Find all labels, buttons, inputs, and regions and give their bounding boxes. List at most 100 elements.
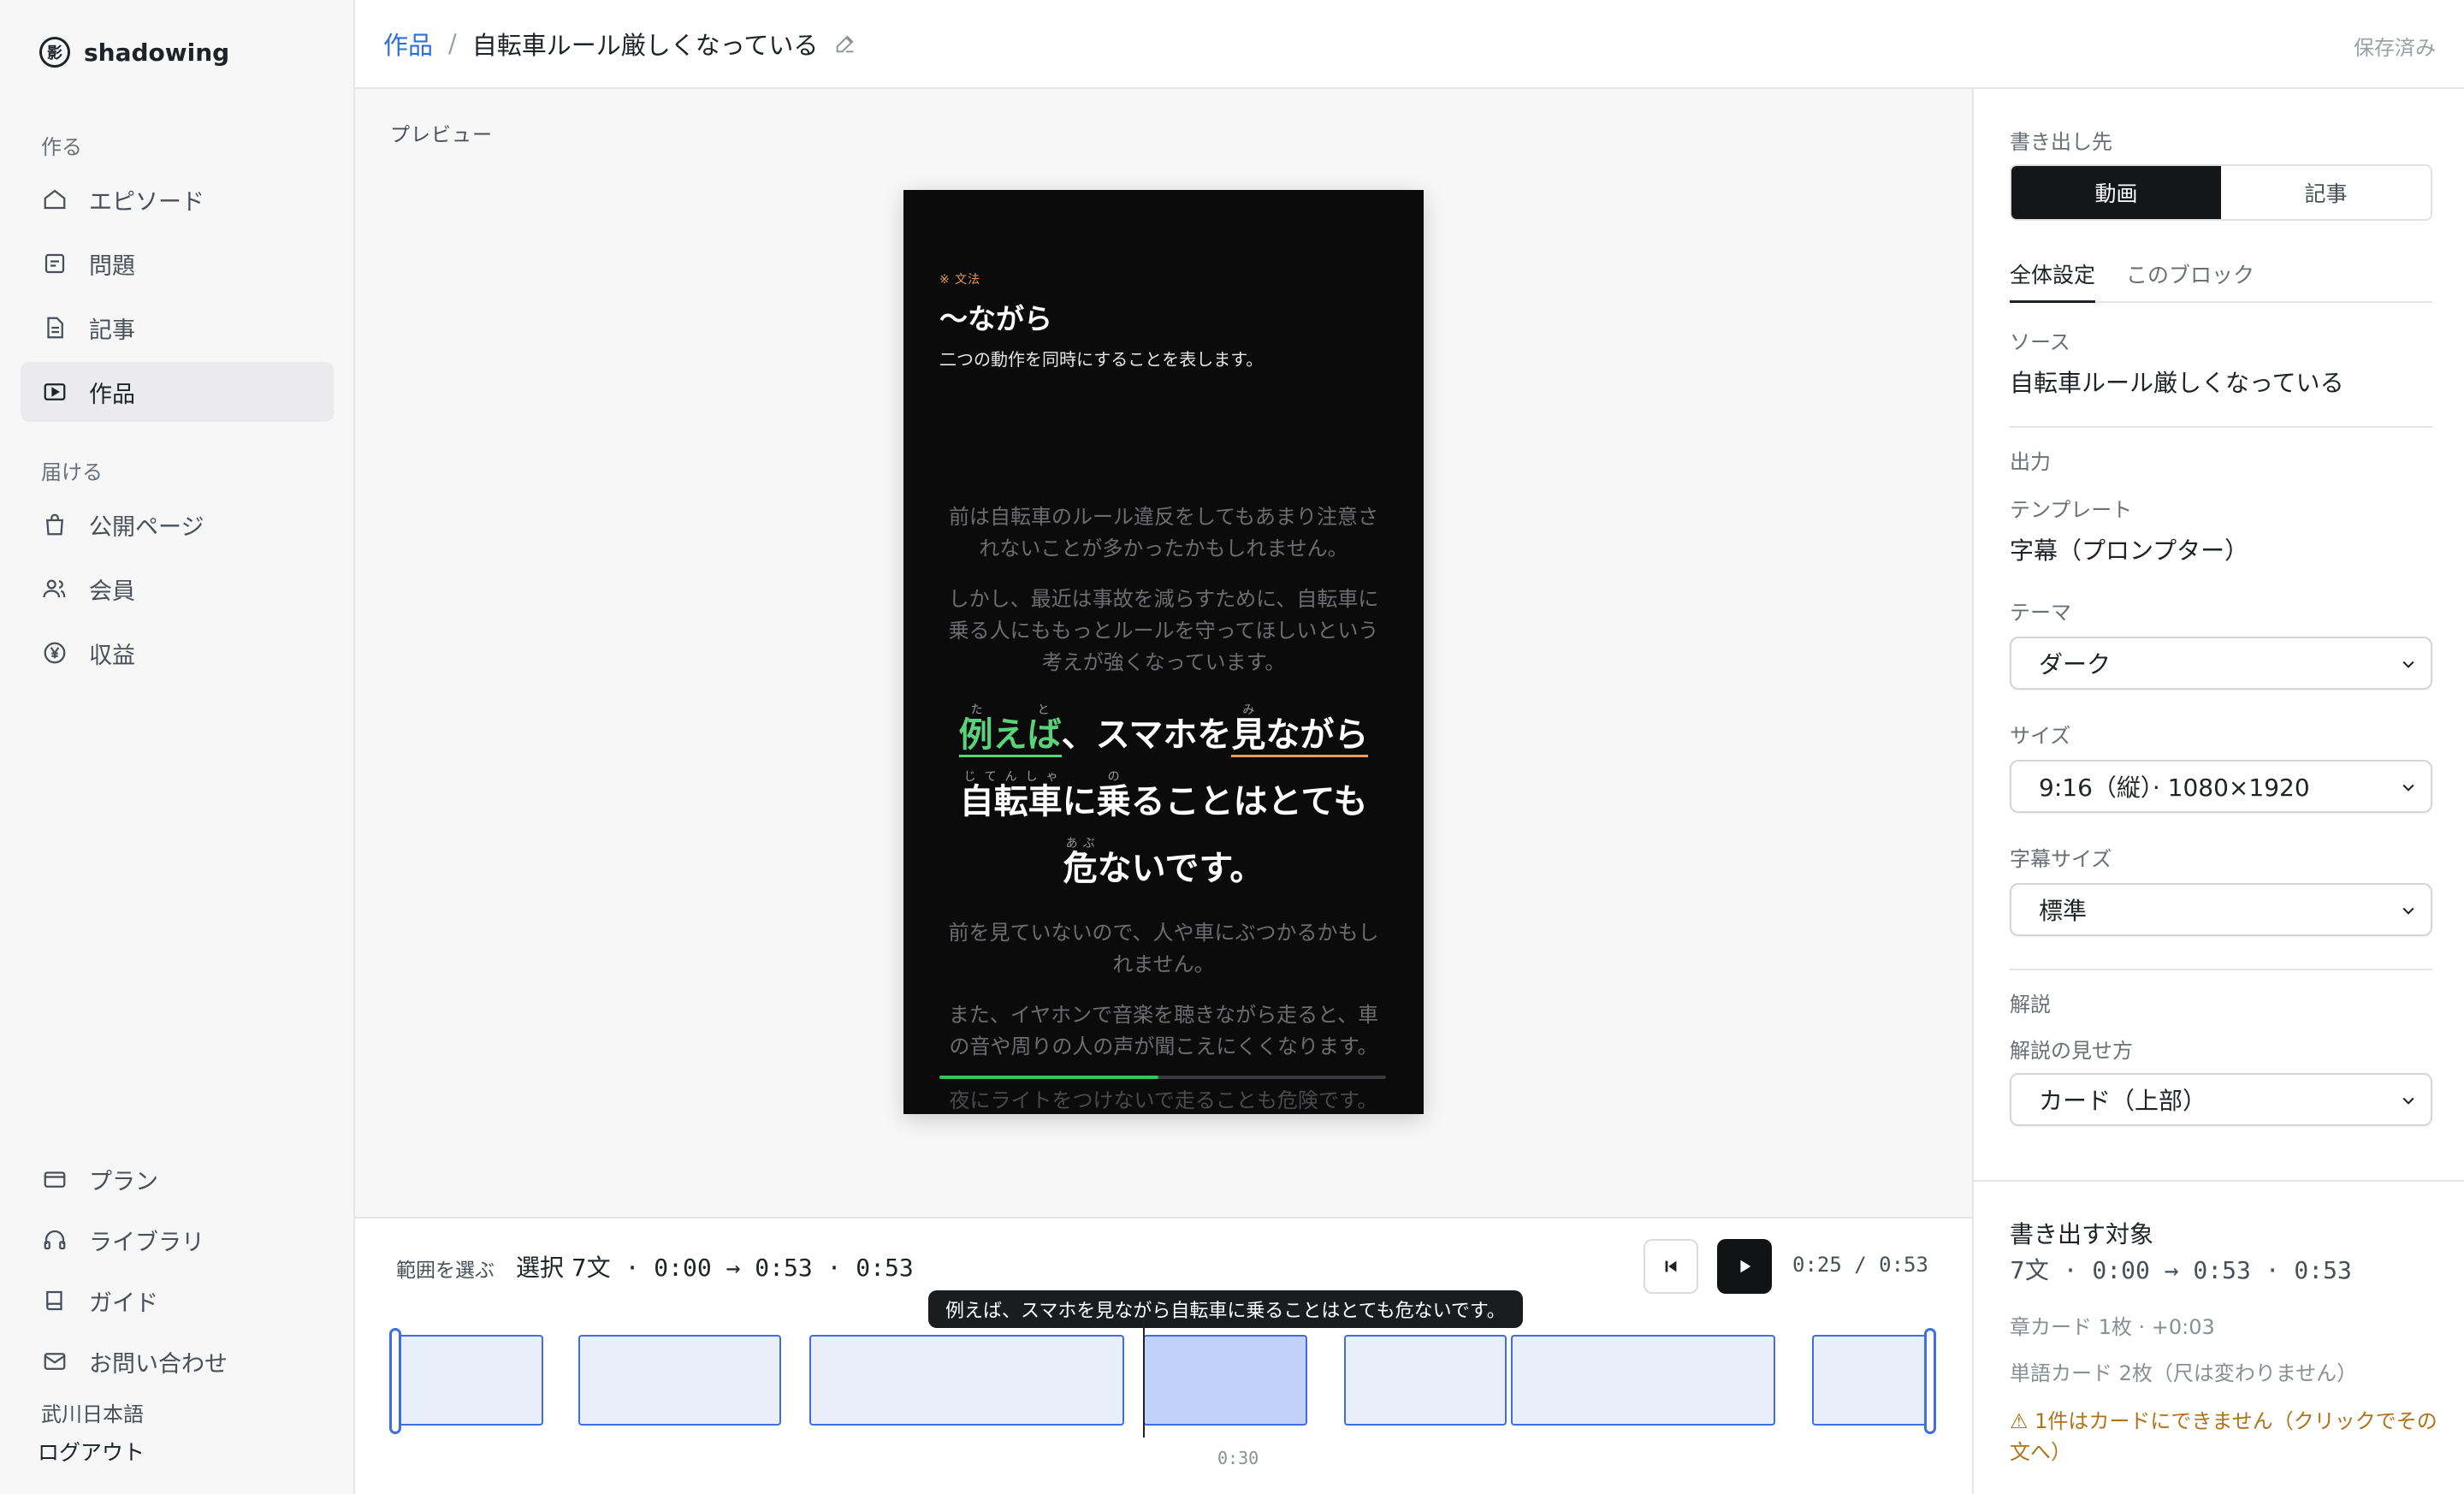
pencil-icon[interactable] xyxy=(833,32,857,56)
export-summary: 書き出す対象 7文 · 0:00 → 0:53 · 0:53 章カード 1枚 ·… xyxy=(1974,1180,2464,1494)
furigana: あぶ xyxy=(1063,837,1098,851)
sidebar-item-questions[interactable]: 問題 xyxy=(21,234,334,293)
grammar-card: ※ 文法 〜ながら 二つの動作を同時にすることを表します。 xyxy=(939,270,1282,372)
timeline-segment-selected[interactable] xyxy=(1143,1335,1307,1426)
sidebar-item-label: 問題 xyxy=(89,252,135,280)
sidebar-item-label: 収益 xyxy=(89,642,135,669)
logout-link[interactable]: ログアウト xyxy=(38,1436,145,1467)
sidebar-item-revenue[interactable]: 収益 xyxy=(21,623,334,683)
commentary-style-selected-value: カード（上部） xyxy=(2039,1087,2207,1115)
sidebar-item-plan[interactable]: プラン xyxy=(21,1149,334,1209)
destination-video-option[interactable]: 動画 xyxy=(2011,166,2221,219)
sidebar-item-articles[interactable]: 記事 xyxy=(21,298,334,358)
timeline-segment[interactable] xyxy=(578,1335,781,1426)
top-bar: 作品 / 自転車ルール厳しくなっている 保存済み xyxy=(355,0,2464,89)
playback-progress xyxy=(939,1076,1386,1079)
sidebar-item-contact[interactable]: お問い合わせ xyxy=(21,1331,334,1391)
settings-tabs: 全体設定 このブロック xyxy=(2010,255,2432,303)
sidebar-item-guide[interactable]: ガイド xyxy=(21,1271,334,1331)
chevron-down-icon xyxy=(2402,661,2414,668)
preview-area: プレビュー ※ 文法 〜ながら 二つの動作を同時にすることを表します。 前は自転… xyxy=(355,89,1972,1217)
card-warning-link[interactable]: ⚠ 1件はカードにできません（クリックでその文へ） xyxy=(2010,1406,2437,1467)
timeline: 範囲を選ぶ 選択 7文 · 0:00 → 0:53 · 0:53 0:25 / … xyxy=(355,1217,1972,1494)
export-destination-toggle: 動画 記事 xyxy=(2010,164,2432,221)
timeline-segment[interactable] xyxy=(1812,1335,1932,1426)
tab-this-block[interactable]: このブロック xyxy=(2126,255,2254,303)
destination-article-option[interactable]: 記事 xyxy=(2221,166,2431,219)
furigana: じてんしゃ xyxy=(959,770,1063,784)
word: ることはとても xyxy=(1130,782,1368,821)
previous-sentence: しかし、最近は事故を減らすために、自転車に乗る人にももっとルールを守ってほしいと… xyxy=(948,587,1379,674)
sidebar-item-label: 会員 xyxy=(89,578,135,605)
card-description: 二つの動作を同時にすることを表します。 xyxy=(939,349,1264,370)
word: ながら xyxy=(1265,715,1369,755)
sidebar-item-members[interactable]: 会員 xyxy=(21,559,334,619)
sidebar-item-public-page[interactable]: 公開ページ xyxy=(21,495,334,554)
word: 見 xyxy=(1231,715,1266,755)
word: 例えば xyxy=(958,715,1062,755)
video-preview[interactable]: ※ 文法 〜ながら 二つの動作を同時にすることを表します。 前は自転車のルール違… xyxy=(903,190,1424,1114)
page-title: 自転車ルール厳しくなっている xyxy=(471,31,819,60)
commentary-style-label: 解説の見せ方 xyxy=(2010,1039,2133,1063)
theme-label: テーマ xyxy=(2010,601,2071,625)
furigana: たと xyxy=(958,703,1062,717)
skip-back-icon xyxy=(1665,1260,1677,1272)
chevron-down-icon xyxy=(2402,907,2414,915)
template-value: 字幕（プロンプター） xyxy=(2010,537,2249,565)
word: に xyxy=(1062,782,1097,821)
selection-count: 選択 7文 xyxy=(516,1254,611,1282)
timeline-segment[interactable] xyxy=(391,1335,543,1426)
headphones-icon xyxy=(41,1226,68,1254)
divider xyxy=(2010,969,2432,970)
play-button[interactable] xyxy=(1717,1239,1772,1294)
theme-select[interactable]: ダーク xyxy=(2010,637,2432,690)
source-label: ソース xyxy=(2010,330,2070,354)
sidebar-item-works[interactable]: 作品 xyxy=(21,362,334,422)
section-label-create: 作る xyxy=(41,135,82,159)
skip-back-button[interactable] xyxy=(1644,1239,1698,1294)
yen-icon xyxy=(41,639,68,667)
credit-card-icon xyxy=(41,1165,68,1193)
segment-tooltip: 例えば、スマホを見ながら自転車に乗ることはとても危ないです。 xyxy=(928,1290,1523,1328)
range-end-handle[interactable] xyxy=(1924,1328,1936,1434)
play-square-icon xyxy=(41,378,68,406)
selection-summary: 選択 7文 · 0:00 → 0:53 · 0:53 xyxy=(516,1249,914,1284)
selection-range: · 0:00 → 0:53 · 0:53 xyxy=(610,1254,914,1282)
size-select[interactable]: 9:16（縦）· 1080×1920 xyxy=(2010,760,2432,813)
organization-name: 武川日本語 xyxy=(41,1402,144,1426)
range-start-handle[interactable] xyxy=(389,1328,401,1434)
next-sentence: 夜にライトをつけないで走ることも危険です。 xyxy=(949,1088,1378,1112)
playhead[interactable] xyxy=(1143,1319,1145,1438)
timeline-segment[interactable] xyxy=(1344,1335,1507,1426)
breadcrumb-works-link[interactable]: 作品 xyxy=(383,26,433,62)
word-card-note: 単語カード 2枚（尺は変わりません） xyxy=(2010,1361,2358,1385)
card-kicker: ※ 文法 xyxy=(939,273,981,287)
current-sentence: 例えばたと、スマホを見みながら 自転車じてんしゃに乗のることはとても 危あぶないです… xyxy=(938,702,1389,902)
preview-label: プレビュー xyxy=(390,124,493,146)
sidebar-item-episodes[interactable]: エピソード xyxy=(21,169,334,229)
time-readout: 0:25 / 0:53 xyxy=(1792,1253,1928,1277)
chapter-card-note: 章カード 1枚 · +0:03 xyxy=(2010,1315,2215,1339)
next-sentence: また、イヤホンで音楽を聴きながら走ると、車の音や周りの人の声が聞こえにくくなりま… xyxy=(948,1003,1379,1058)
subtitle-size-label: 字幕サイズ xyxy=(2010,847,2112,871)
export-target-title: 書き出す対象 xyxy=(2010,1220,2154,1248)
next-sentence: 前を見ていないので、人や車にぶつかるかもしれません。 xyxy=(948,921,1379,976)
subtitle-size-select[interactable]: 標準 xyxy=(2010,883,2432,936)
range-select-label: 範囲を選ぶ xyxy=(396,1260,495,1282)
brand[interactable]: 影 shadowing xyxy=(39,36,229,68)
logo-icon: 影 xyxy=(39,37,70,68)
document-icon xyxy=(41,314,68,341)
chevron-down-icon xyxy=(2402,1097,2414,1105)
theme-selected-value: ダーク xyxy=(2039,650,2112,679)
timeline-segment[interactable] xyxy=(1511,1335,1775,1426)
furigana: み xyxy=(1231,703,1266,717)
timeline-segment[interactable] xyxy=(809,1335,1124,1426)
word: 、スマホを xyxy=(1061,715,1232,755)
commentary-style-select[interactable]: カード（上部） xyxy=(2010,1073,2432,1126)
sidebar-item-label: ガイド xyxy=(89,1289,158,1317)
bag-icon xyxy=(41,511,68,538)
sidebar-item-library[interactable]: ライブラリ xyxy=(21,1210,334,1270)
book-icon xyxy=(41,1287,68,1314)
previous-sentence: 前は自転車のルール違反をしてもあまり注意されないことが多かったかもしれません。 xyxy=(948,505,1379,560)
tab-global-settings[interactable]: 全体設定 xyxy=(2010,255,2096,303)
